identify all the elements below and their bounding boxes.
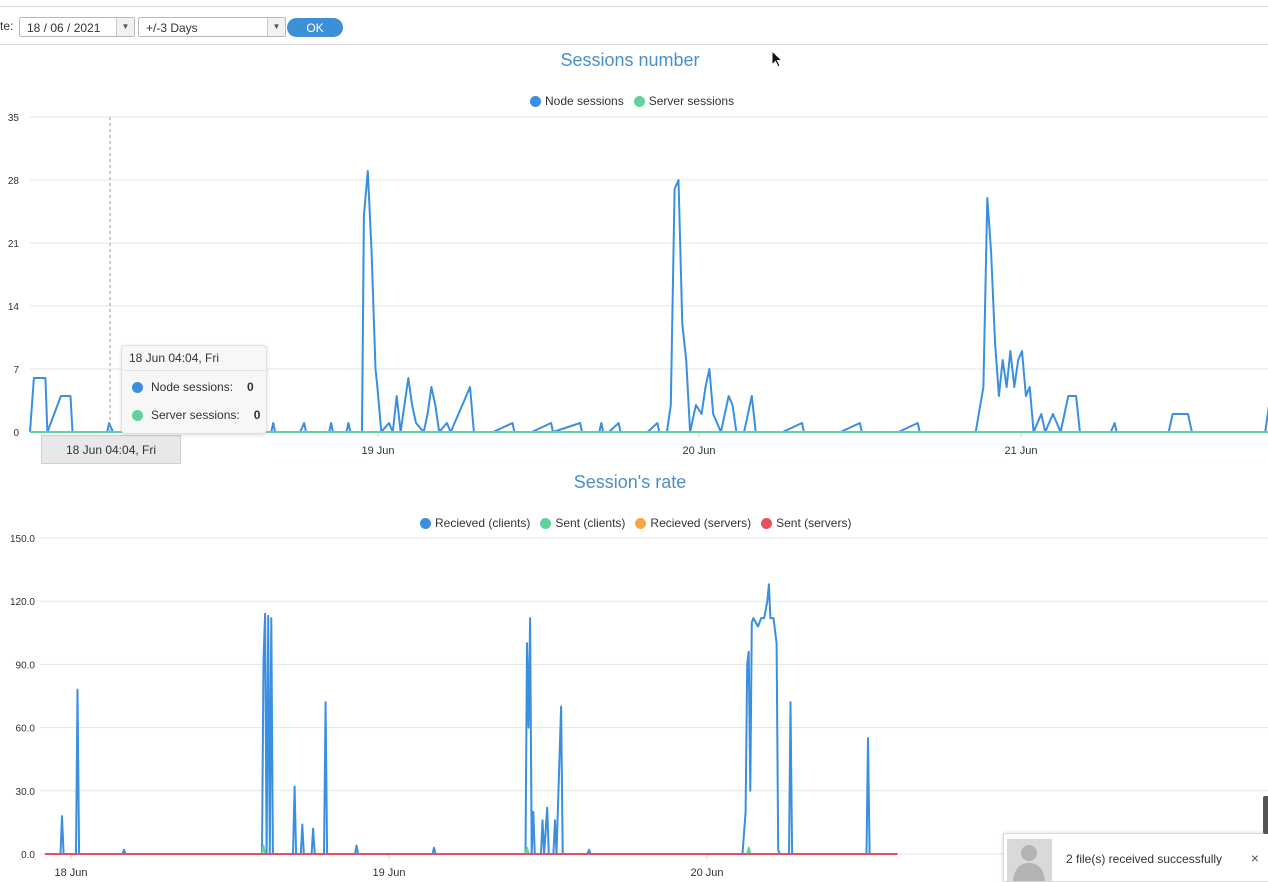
date-field[interactable]: 18 / 06 / 2021 ▼ [19, 17, 135, 37]
legend-sessions: Node sessions Server sessions [530, 94, 734, 108]
close-icon[interactable]: × [1251, 850, 1259, 866]
legend-label: Sent (servers) [776, 516, 852, 530]
legend-item-server-sessions[interactable]: Server sessions [633, 94, 735, 108]
legend-label: Recieved (clients) [435, 516, 531, 530]
y-tick-label: 150.0 [10, 534, 35, 545]
tooltip-value: 0 [247, 380, 254, 394]
legend-item-sent-servers[interactable]: Sent (servers) [761, 516, 851, 530]
legend-label: Recieved (servers) [650, 516, 752, 530]
y-tick-label: 90.0 [16, 660, 36, 671]
chart-title-rate: Session's rate [573, 472, 687, 492]
session-rate-chart[interactable]: 150.0 120.0 90.0 60.0 30.0 0.0 18 Jun 19 Jun 20 … [0, 530, 1268, 880]
y-tick-label: 120.0 [10, 597, 35, 608]
legend-item-sent-clients[interactable]: Sent (clients) [540, 516, 625, 530]
x-tick-label: 21 Jun [1004, 445, 1037, 457]
chart-tooltip: 18 Jun 04:04, Fri Node sessions: 0 Serve… [121, 345, 267, 434]
y-tick-label: 30.0 [16, 787, 36, 798]
legend-label: Server sessions [648, 94, 735, 108]
y-tick-label: 0 [13, 428, 19, 439]
x-tick-label: 20 Jun [690, 867, 723, 879]
legend-label: Node sessions [545, 94, 624, 108]
x-tick-label: 19 Jun [361, 445, 394, 457]
tooltip-row-node: Node sessions: 0 [132, 380, 254, 394]
tooltip-dot [132, 409, 143, 421]
series-line-0 [45, 583, 898, 855]
legend-dot [761, 517, 773, 529]
tooltip-dot [132, 381, 143, 393]
tooltip-value: 0 [253, 408, 261, 422]
y-tick-label: 0.0 [21, 850, 35, 861]
legend-item-node-sessions[interactable]: Node sessions [530, 94, 624, 108]
date-label: te: [0, 19, 14, 33]
x-tick-label: 19 Jun [372, 867, 405, 879]
legend-dot [635, 517, 647, 529]
tooltip-label: Node sessions: [151, 380, 234, 394]
notification-toast: 2 file(s) received successfully × [1003, 833, 1268, 882]
y-tick-label: 60.0 [16, 724, 36, 735]
ok-button[interactable]: OK [287, 18, 343, 37]
legend-dot [633, 95, 645, 107]
mouse-cursor-icon [771, 50, 784, 68]
user-avatar-icon [1007, 839, 1052, 881]
crosshair-label: 18 Jun 04:04, Fri [41, 435, 181, 464]
side-scroll-handle[interactable] [1263, 796, 1268, 834]
chevron-down-icon[interactable]: ▼ [116, 18, 134, 36]
date-value: 18 / 06 / 2021 [27, 21, 101, 35]
legend-label: Sent (clients) [555, 516, 626, 530]
range-value: +/-3 Days [146, 21, 198, 35]
y-tick-label: 21 [8, 239, 20, 250]
legend-dot [530, 95, 541, 107]
range-select[interactable]: +/-3 Days ▼ [138, 17, 286, 37]
y-tick-label: 14 [8, 302, 20, 313]
legend-dot [540, 517, 552, 529]
chevron-down-icon[interactable]: ▼ [267, 18, 285, 36]
legend-rate: Recieved (clients) Sent (clients) Reciev… [420, 516, 851, 530]
tooltip-header: 18 Jun 04:04, Fri [122, 346, 266, 371]
tooltip-label: Server sessions: [151, 408, 240, 422]
y-tick-label: 7 [13, 365, 19, 376]
series-line-1 [45, 844, 898, 855]
tooltip-row-server: Server sessions: 0 [132, 408, 260, 422]
chart-title-sessions: Sessions number [560, 50, 700, 70]
notification-text: 2 file(s) received successfully [1066, 852, 1223, 866]
legend-dot [420, 517, 431, 529]
y-tick-label: 28 [8, 176, 20, 187]
x-tick-label: 20 Jun [682, 445, 715, 457]
legend-item-recv-clients[interactable]: Recieved (clients) [420, 516, 530, 530]
legend-item-recv-servers[interactable]: Recieved (servers) [635, 516, 751, 530]
x-tick-label: 18 Jun [54, 867, 87, 879]
y-tick-label: 35 [8, 113, 20, 124]
date-toolbar: te: 18 / 06 / 2021 ▼ +/-3 Days ▼ OK [0, 6, 1268, 45]
